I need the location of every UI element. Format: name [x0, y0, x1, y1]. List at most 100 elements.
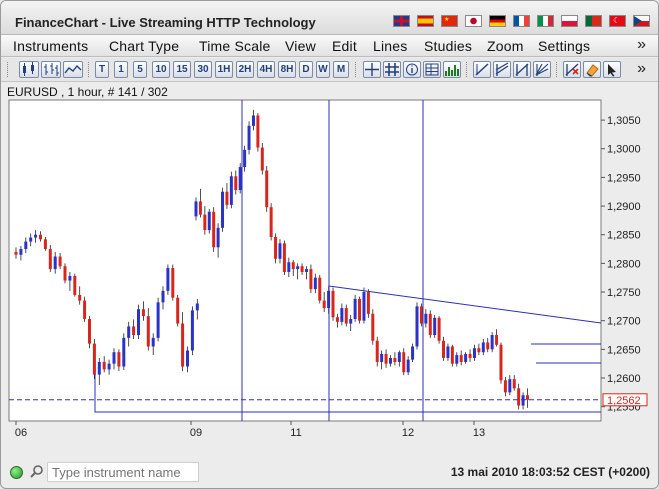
candle-body	[384, 353, 388, 364]
volume-icon[interactable]	[443, 61, 461, 78]
candle-body	[194, 201, 198, 217]
timescale-1h-button[interactable]: 1H	[215, 61, 233, 78]
menu-chart-type[interactable]: Chart Type	[109, 38, 179, 54]
candle-body	[313, 277, 317, 290]
candle-body	[353, 298, 357, 319]
candle-body	[58, 256, 62, 267]
candle-body	[503, 380, 507, 393]
channel-icon[interactable]	[493, 61, 511, 78]
timescale-5m-button[interactable]: 5	[133, 61, 147, 78]
price-chart[interactable]: 1,25501,26001,26501,27001,27501,28001,28…	[1, 99, 659, 451]
toolbar-grip[interactable]	[466, 62, 469, 77]
timescale-8h-button[interactable]: 8H	[278, 61, 296, 78]
grid-icon[interactable]	[383, 61, 401, 78]
fibonacci-icon[interactable]	[513, 61, 531, 78]
candle-body	[437, 317, 441, 341]
gann-fan-icon[interactable]	[533, 61, 551, 78]
toolbar-grip[interactable]	[355, 62, 358, 77]
candle-body	[380, 353, 384, 362]
timescale-1m-button[interactable]: 1	[114, 61, 128, 78]
candle-body	[243, 149, 247, 168]
flag-japan-icon[interactable]	[465, 15, 482, 27]
timescale-month-button[interactable]: M	[333, 61, 349, 78]
bar-chart-icon[interactable]	[41, 61, 61, 78]
toolbar-overflow-button[interactable]: »	[637, 60, 646, 78]
eraser-icon[interactable]	[583, 61, 601, 78]
menu-time-scale[interactable]: Time Scale	[199, 38, 271, 54]
candle-body	[269, 207, 273, 237]
candle-body	[141, 309, 145, 317]
candle-body	[260, 147, 264, 171]
candle-body	[190, 310, 194, 351]
flag-uk-icon[interactable]	[393, 15, 410, 27]
language-flags: ★ ☾	[393, 15, 650, 27]
candle-body	[238, 167, 242, 190]
menu-bar: Instruments Chart Type Time Scale View E…	[1, 35, 658, 57]
instrument-search-input[interactable]	[47, 462, 199, 482]
candle-body	[234, 176, 238, 190]
line-chart-icon[interactable]	[63, 61, 83, 78]
trendline-icon[interactable]	[473, 61, 491, 78]
toolbar: T 1 5 10 15 30 1H 2H 4H 8H D W M »	[1, 58, 658, 82]
flag-france-icon[interactable]	[513, 15, 530, 27]
candle-body	[344, 308, 348, 324]
timescale-2h-button[interactable]: 2H	[236, 61, 254, 78]
menu-overflow-button[interactable]: »	[637, 36, 646, 54]
menu-zoom[interactable]: Zoom	[487, 38, 524, 54]
candle-body	[300, 266, 304, 272]
table-view-icon[interactable]	[423, 61, 441, 78]
candle-body	[207, 211, 211, 231]
candle-body	[83, 300, 87, 319]
pointer-icon[interactable]	[603, 61, 621, 78]
menu-lines[interactable]: Lines	[373, 38, 407, 54]
candle-body	[331, 290, 335, 318]
candle-body	[53, 256, 57, 270]
remove-line-icon[interactable]	[563, 61, 581, 78]
flag-czech-icon[interactable]	[633, 15, 650, 27]
candle-body	[156, 302, 160, 338]
server-datetime: 13 mai 2010 18:03:52 CEST (+0200)	[450, 465, 650, 479]
flag-portugal-icon[interactable]	[585, 15, 602, 27]
timescale-30m-button[interactable]: 30	[194, 61, 212, 78]
candle-body	[88, 318, 91, 344]
flag-spain-icon[interactable]	[417, 15, 434, 27]
flag-italy-icon[interactable]	[537, 15, 554, 27]
candle-body	[291, 262, 295, 270]
timescale-4h-button[interactable]: 4H	[257, 61, 275, 78]
app-window: FinanceChart - Live Streaming HTTP Techn…	[0, 0, 659, 489]
candle-body	[335, 317, 339, 322]
menu-studies[interactable]: Studies	[424, 38, 472, 54]
candle-body	[411, 346, 415, 360]
info-icon[interactable]	[403, 61, 421, 78]
timescale-week-button[interactable]: W	[316, 61, 330, 78]
timescale-15m-button[interactable]: 15	[173, 61, 191, 78]
flag-china-icon[interactable]: ★	[441, 15, 458, 27]
candle-body	[375, 340, 379, 362]
toolbar-grip[interactable]	[88, 62, 91, 77]
menu-instruments[interactable]: Instruments	[13, 38, 88, 54]
candle-body	[78, 294, 82, 301]
candle-body	[97, 361, 101, 375]
toolbar-grip[interactable]	[556, 62, 559, 77]
candle-body	[256, 115, 260, 148]
candle-body	[102, 361, 106, 370]
candle-body	[265, 170, 269, 208]
candle-body	[137, 309, 140, 336]
candle-body	[212, 211, 216, 248]
timescale-day-button[interactable]: D	[299, 61, 313, 78]
timescale-10m-button[interactable]: 10	[152, 61, 170, 78]
flag-poland-icon[interactable]	[561, 15, 578, 27]
menu-edit[interactable]: Edit	[332, 38, 357, 54]
flag-turkey-icon[interactable]: ☾	[609, 15, 626, 27]
crosshair-icon[interactable]	[363, 61, 381, 78]
candle-body	[287, 262, 291, 272]
flag-germany-icon[interactable]	[489, 15, 506, 27]
toolbar-grip[interactable]	[7, 62, 10, 77]
y-tick-label: 1,2700	[607, 316, 641, 328]
candlestick-chart-icon[interactable]	[19, 61, 39, 78]
candle-body	[495, 335, 499, 345]
menu-settings[interactable]: Settings	[538, 38, 590, 54]
menu-view[interactable]: View	[285, 38, 316, 54]
timescale-tick-button[interactable]: T	[95, 61, 109, 78]
candle-body	[198, 201, 202, 215]
